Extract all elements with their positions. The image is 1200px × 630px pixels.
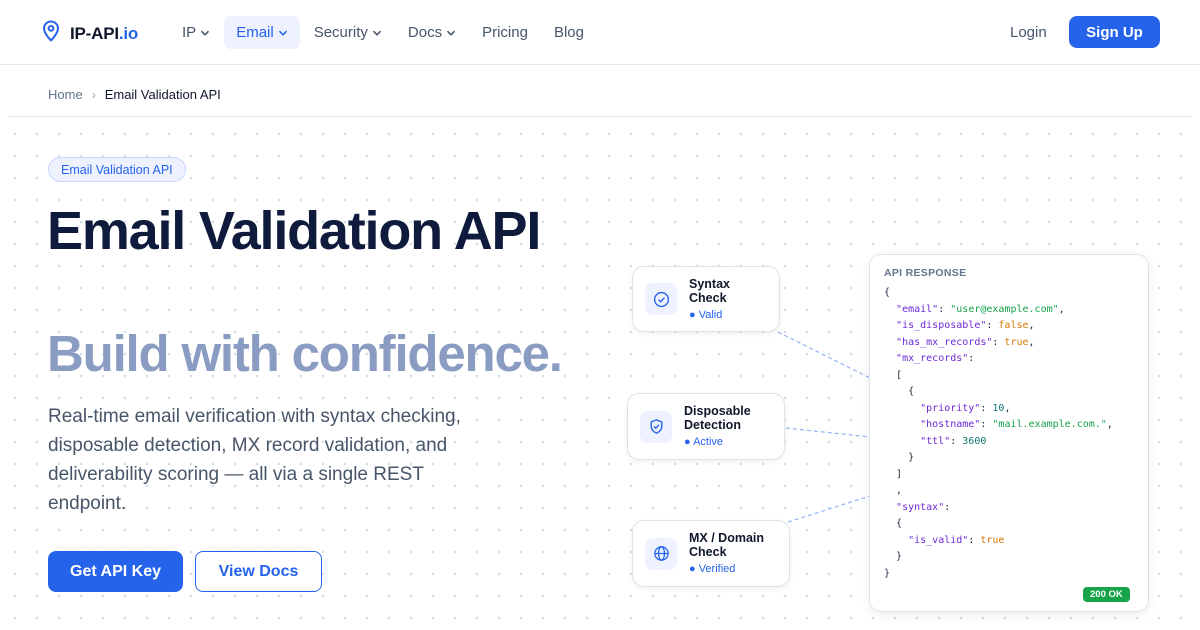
json-value-has-mx: true: [1004, 336, 1029, 348]
main-nav: IP Email Security Docs Pricing Blog: [170, 16, 598, 49]
json-value-email: user@example.com: [956, 303, 1053, 315]
logo-name: IP-API: [70, 23, 119, 43]
json-code-block: { "email": "user@example.com", "is_dispo…: [884, 287, 1113, 579]
hero-subtitle: Build with confidence.: [47, 325, 563, 382]
feature-card-syntax: Syntax Check ● Valid: [632, 266, 780, 332]
logo-tld: .io: [118, 23, 139, 43]
nav-label: IP: [182, 24, 197, 41]
api-response-card: API RESPONSE { "email": "user@example.co…: [869, 254, 1149, 612]
check-circle-icon: [645, 283, 677, 315]
feature-title: Syntax Check: [689, 277, 730, 305]
chevron-down-icon: [201, 30, 210, 36]
nav-item-pricing[interactable]: Pricing: [470, 16, 540, 49]
feature-status: ● Verified: [689, 563, 736, 575]
site-header: IP-API.io IP Email Security Docs Pricing…: [0, 0, 1200, 65]
api-response-heading: API RESPONSE: [884, 267, 967, 279]
feature-title: Disposable Detection: [684, 404, 751, 432]
json-value-is-disposable: false: [998, 320, 1029, 331]
breadcrumb-current: Email Validation API: [104, 87, 221, 102]
signup-button[interactable]: Sign Up: [1069, 16, 1160, 48]
json-value-ttl: 3600: [962, 435, 987, 447]
breadcrumb-separator: ›: [91, 87, 96, 102]
logo-link[interactable]: IP-API.io: [42, 20, 138, 47]
logo-text: IP-API.io: [70, 24, 138, 44]
chevron-down-icon: [372, 30, 381, 36]
hero-badge: Email Validation API: [48, 157, 186, 182]
feature-status: ● Valid: [689, 309, 723, 321]
nav-item-ip[interactable]: IP: [170, 16, 222, 49]
chevron-down-icon: [447, 30, 456, 36]
feature-status: ● Active: [684, 436, 724, 448]
nav-item-security[interactable]: Security: [302, 16, 394, 49]
get-api-key-button[interactable]: Get API Key: [48, 551, 183, 592]
nav-item-email[interactable]: Email: [224, 16, 300, 49]
nav-label: Docs: [407, 24, 443, 41]
json-value-priority: 10: [992, 402, 1005, 414]
json-value-is-valid: true: [980, 534, 1005, 546]
hero-description: Real-time email verification with syntax…: [48, 406, 461, 514]
status-badge: 200 OK: [1083, 587, 1130, 602]
breadcrumb-home-link[interactable]: Home: [48, 87, 83, 102]
shield-icon: [640, 410, 672, 443]
nav-label: Pricing: [482, 24, 528, 41]
nav-item-blog[interactable]: Blog: [542, 16, 596, 49]
globe-icon: [645, 537, 677, 570]
nav-item-docs[interactable]: Docs: [396, 16, 468, 49]
feature-card-disposable: Disposable Detection ● Active: [627, 393, 785, 460]
json-value-hostname: mail.example.com.: [998, 419, 1101, 430]
hero-title: Email Validation API: [47, 201, 541, 261]
view-docs-button[interactable]: View Docs: [195, 551, 322, 592]
feature-card-mx: MX / Domain Check ● Verified: [632, 520, 790, 587]
breadcrumb: Home › Email Validation API: [48, 87, 221, 102]
map-pin-icon: [42, 20, 60, 47]
feature-title: MX / Domain Check: [689, 531, 765, 559]
nav-label: Blog: [553, 24, 584, 41]
login-link[interactable]: Login: [1010, 24, 1047, 41]
nav-label: Email: [236, 24, 274, 41]
nav-label: Security: [313, 24, 368, 41]
chevron-down-icon: [278, 30, 287, 36]
